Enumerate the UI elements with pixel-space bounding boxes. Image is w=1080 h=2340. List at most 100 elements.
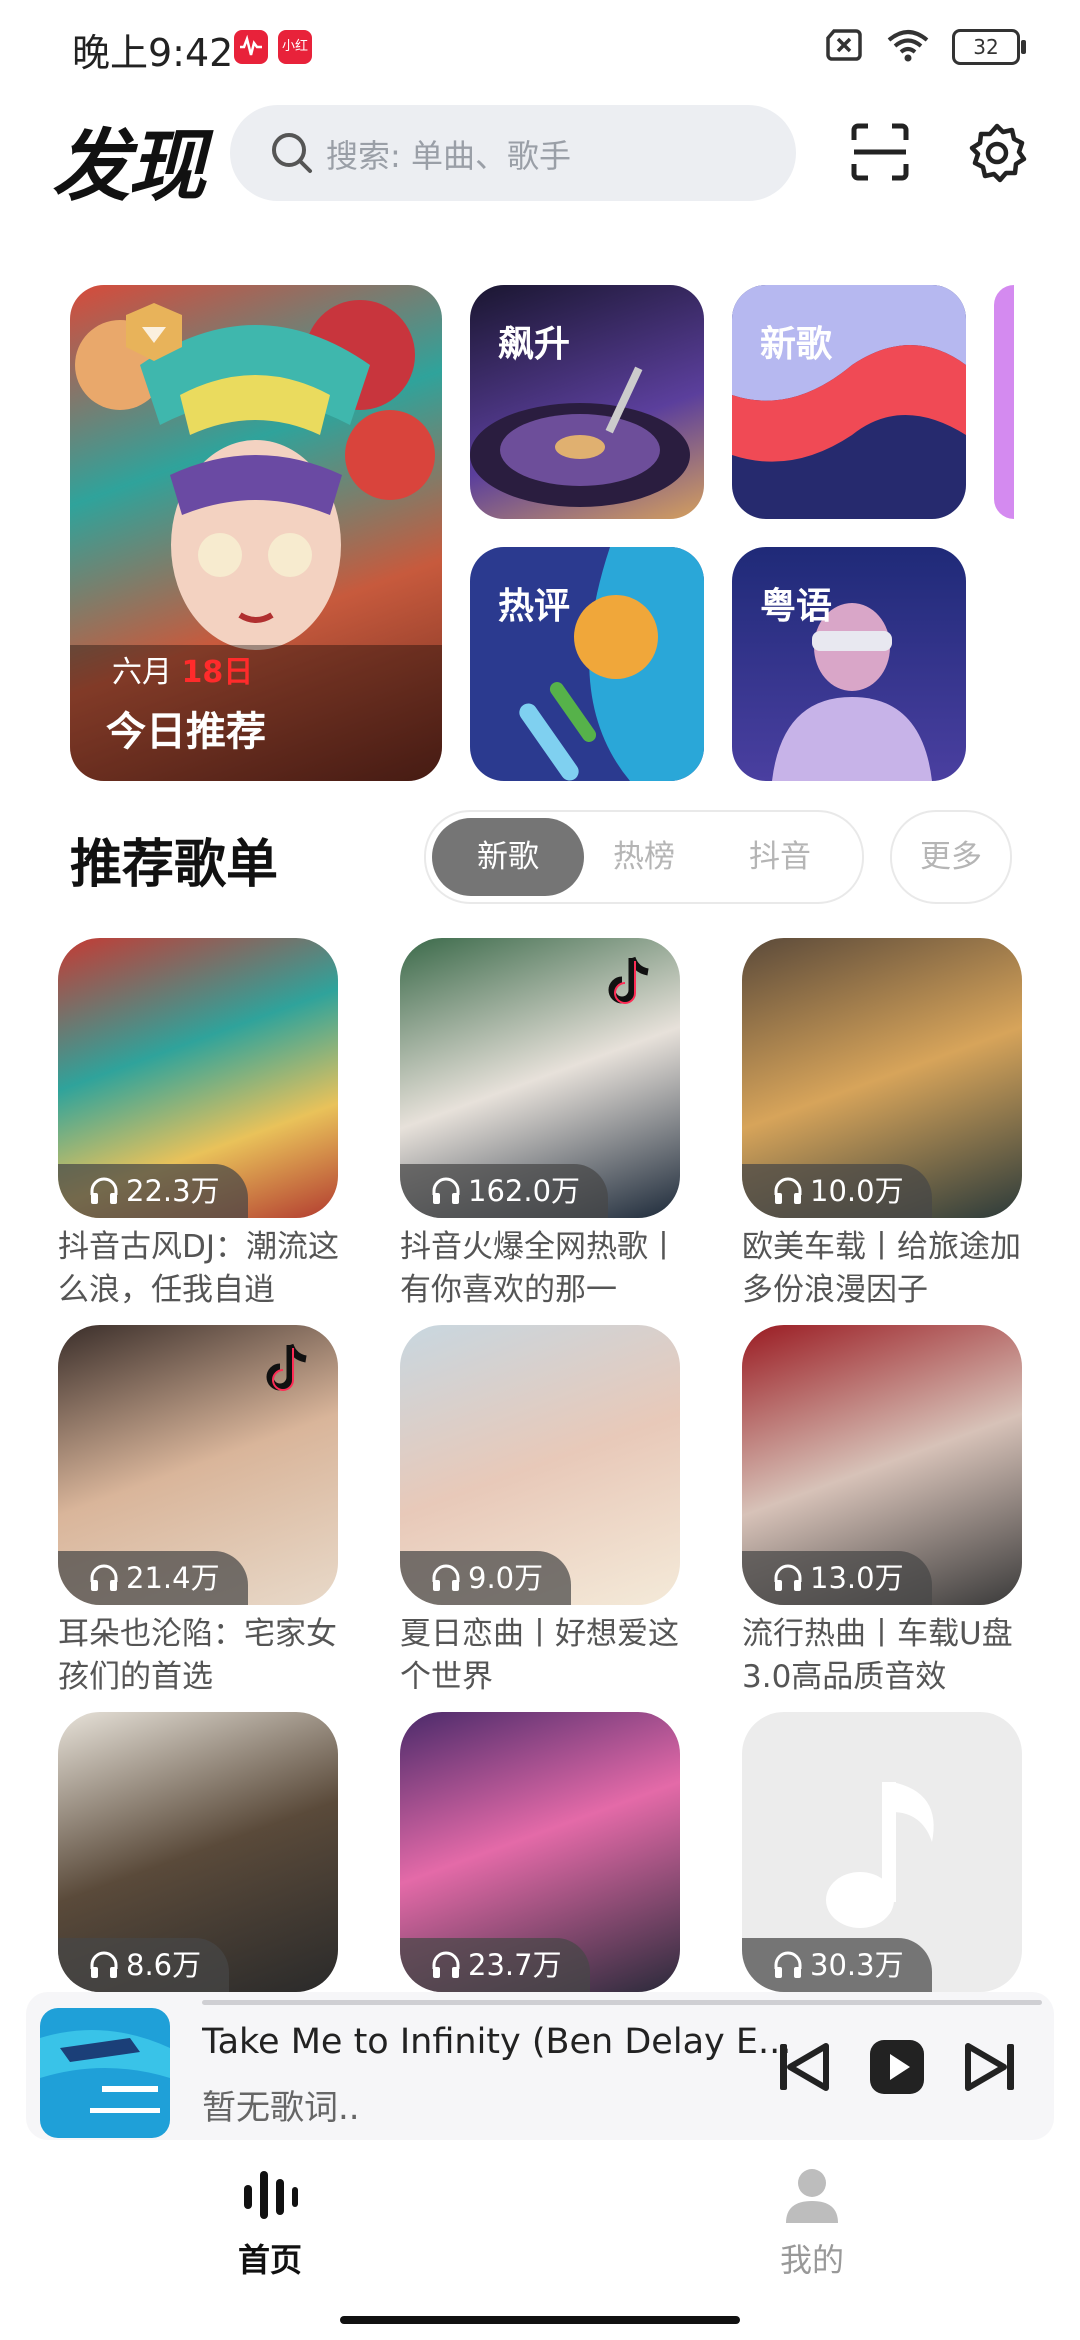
today-title: 今日推荐 — [106, 709, 266, 755]
next-tile-peek[interactable] — [994, 285, 1014, 519]
mini-player[interactable]: Take Me to Infinity (Ben Delay E... 暂无歌词… — [26, 1992, 1054, 2140]
nav-home[interactable]: 首页 — [170, 2165, 370, 2281]
today-day: 18日 — [181, 655, 254, 690]
headphones-icon — [90, 1951, 118, 1978]
tab-douyin[interactable]: 抖音 — [704, 818, 856, 896]
play-count: 8.6万 — [126, 1948, 202, 1982]
now-playing-cover-art — [40, 2008, 170, 2138]
playlist-card-retro-duo[interactable]: 8.6万 — [58, 1712, 338, 2000]
now-playing-lyrics: 暂无歌词.. — [202, 2088, 360, 2128]
nav-home-label: 首页 — [237, 2241, 302, 2279]
hot-comments-tile[interactable]: 热评 — [470, 547, 704, 781]
play-count: 10.0万 — [810, 1174, 904, 1208]
nav-mine[interactable]: 我的 — [712, 2165, 912, 2281]
sim-off-icon — [824, 28, 864, 66]
playlist-cover[interactable]: 10.0万 — [742, 938, 1022, 1218]
play-count-badge: 8.6万 — [58, 1938, 230, 1992]
header: 发现 搜索: 单曲、歌手 — [0, 100, 1080, 212]
play-count: 13.0万 — [810, 1561, 904, 1595]
headphones-icon — [432, 1564, 460, 1591]
rising-label: 飙升 — [498, 324, 571, 365]
more-button[interactable]: 更多 — [890, 810, 1012, 904]
tab-new-songs[interactable]: 新歌 — [432, 818, 584, 896]
profile-icon — [782, 2169, 842, 2229]
notification-app-icon — [234, 30, 268, 64]
playlist-cover[interactable]: 13.0万 — [742, 1325, 1022, 1605]
playlist-card-pop-car-usb[interactable]: 13.0万流行热曲丨车载U盘3.0高品质音效 — [742, 1325, 1022, 1699]
search-placeholder: 搜索: 单曲、歌手 — [326, 137, 571, 175]
play-count-badge: 10.0万 — [742, 1164, 932, 1218]
page-title: 发现 — [52, 122, 206, 212]
play-count-badge: 13.0万 — [742, 1551, 932, 1605]
douyin-logo-icon — [608, 956, 649, 1004]
progress-bar[interactable] — [202, 2000, 1042, 2005]
playlist-cover[interactable]: 21.4万 — [58, 1325, 338, 1605]
now-playing-cover[interactable] — [40, 2008, 170, 2138]
status-time: 晚上9:42 — [72, 31, 234, 75]
headphones-icon — [90, 1177, 118, 1204]
playlist-title: 抖音火爆全网热歌丨有你喜欢的那一 — [400, 1229, 679, 1308]
play-count-badge: 162.0万 — [400, 1164, 609, 1218]
hot-comments-label: 热评 — [498, 586, 571, 627]
settings-icon[interactable] — [966, 122, 1028, 188]
play-count: 162.0万 — [468, 1174, 581, 1208]
play-icon[interactable] — [868, 2038, 926, 2100]
headphones-icon — [432, 1951, 460, 1978]
wifi-icon — [886, 28, 930, 66]
now-playing-title: Take Me to Infinity (Ben Delay E... — [202, 2022, 792, 2062]
play-count-badge: 9.0万 — [400, 1551, 572, 1605]
play-count-badge: 22.3万 — [58, 1164, 248, 1218]
playlist-title: 流行热曲丨车载U盘3.0高品质音效 — [742, 1616, 1013, 1695]
playlist-cover[interactable]: 162.0万 — [400, 938, 680, 1218]
headphones-icon — [90, 1564, 118, 1591]
playlist-cover[interactable]: 22.3万 — [58, 938, 338, 1218]
battery-indicator: 32 — [952, 29, 1026, 65]
status-icons: 32 — [824, 28, 1026, 66]
playlist-cover[interactable]: 9.0万 — [400, 1325, 680, 1605]
scan-icon[interactable] — [850, 122, 910, 186]
play-count: 23.7万 — [468, 1948, 562, 1982]
playlist-card-anime-dj[interactable]: 23.7万 — [400, 1712, 680, 2000]
headphones-icon — [774, 1564, 802, 1591]
playlist-cover[interactable]: 8.6万 — [58, 1712, 338, 1992]
playlist-tabs: 新歌 热榜 抖音 — [424, 810, 864, 904]
cantonese-label: 粤语 — [760, 586, 833, 627]
playlist-card-summer-love[interactable]: 9.0万夏日恋曲丨好想爱这个世界 — [400, 1325, 680, 1699]
playlist-title: 耳朵也沦陷：宅家女孩们的首选 — [58, 1616, 337, 1695]
today-date: 六月 18日 — [112, 647, 253, 691]
playlist-card-homegirl[interactable]: 21.4万耳朵也沦陷：宅家女孩们的首选 — [58, 1325, 338, 1699]
playlist-cover[interactable]: 23.7万 — [400, 1712, 680, 1992]
next-track-icon[interactable] — [964, 2040, 1018, 2098]
tab-hot-list[interactable]: 热榜 — [568, 818, 720, 896]
playlist-title: 夏日恋曲丨好想爱这个世界 — [400, 1616, 679, 1695]
cantonese-tile[interactable]: 粤语 — [732, 547, 966, 781]
play-count-badge: 23.7万 — [400, 1938, 590, 1992]
headphones-icon — [774, 1177, 802, 1204]
playlist-cover[interactable]: 30.3万 — [742, 1712, 1022, 1992]
nav-mine-label: 我的 — [779, 2241, 844, 2279]
playlist-card-placeholder[interactable]: 30.3万 — [742, 1712, 1022, 2000]
home-indicator — [340, 2316, 740, 2324]
search-icon — [270, 131, 314, 179]
playlist-card-douyin-hits[interactable]: 162.0万抖音火爆全网热歌丨有你喜欢的那一 — [400, 938, 680, 1312]
play-count: 30.3万 — [810, 1948, 904, 1982]
play-count-badge: 30.3万 — [742, 1938, 932, 1992]
status-bar: 晚上9:42 小红书 32 — [0, 0, 1080, 96]
douyin-logo-icon — [266, 1343, 307, 1391]
new-songs-label: 新歌 — [760, 324, 833, 365]
playlist-card-western-car[interactable]: 10.0万欧美车载丨给旅途加多份浪漫因子 — [742, 938, 1022, 1312]
playlist-card-guofeng-dj[interactable]: 22.3万 抖音古风DJ：潮流这么浪，任我自逍 — [58, 938, 339, 1312]
previous-track-icon[interactable] — [776, 2040, 830, 2098]
play-count: 22.3万 — [126, 1174, 220, 1208]
home-bars-icon — [240, 2171, 300, 2229]
search-bar[interactable]: 搜索: 单曲、歌手 — [230, 105, 796, 201]
new-songs-tile[interactable]: 新歌 — [732, 285, 966, 519]
xiaohongshu-badge: 小红书 — [278, 30, 312, 88]
rising-chart-tile[interactable]: 飙升 — [470, 285, 704, 519]
headphones-icon — [774, 1951, 802, 1978]
today-recommend-tile[interactable]: 六月 18日 今日推荐 — [70, 285, 442, 781]
play-count: 21.4万 — [126, 1561, 220, 1595]
headphones-icon — [432, 1177, 460, 1204]
play-count: 9.0万 — [468, 1561, 544, 1595]
playlist-title: 欧美车载丨给旅途加多份浪漫因子 — [742, 1229, 1021, 1308]
